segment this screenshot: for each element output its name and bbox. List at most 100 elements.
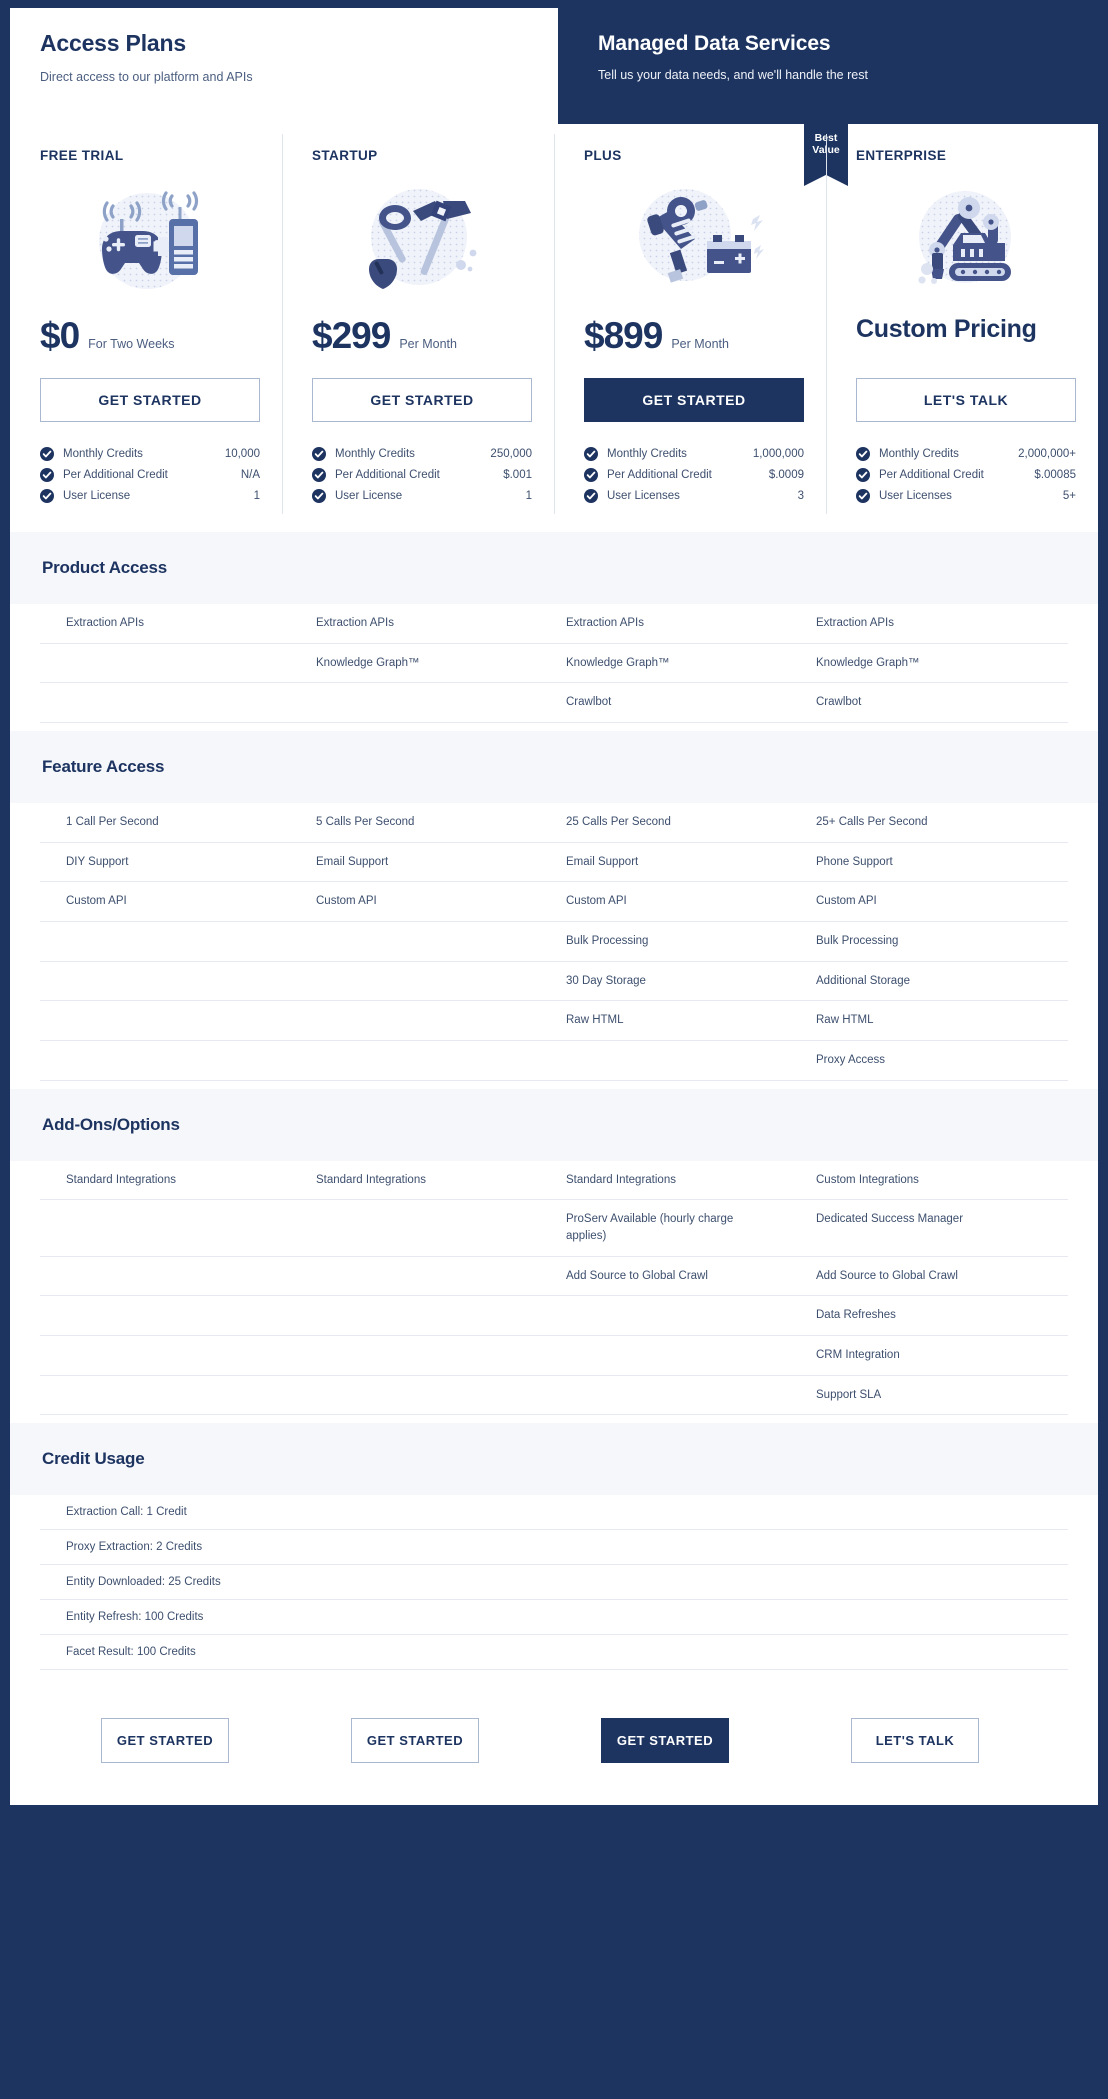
table-cell xyxy=(290,1336,540,1375)
plan-price-note: Per Month xyxy=(671,337,729,351)
plan-spec-row: Monthly Credits 1,000,000 xyxy=(584,443,804,464)
table-cell: Additional Storage xyxy=(816,974,910,987)
table-cell xyxy=(540,1376,790,1415)
table-cell xyxy=(290,962,540,1001)
plan-spec-row: User License 1 xyxy=(312,485,532,506)
table-cell xyxy=(290,683,540,722)
plan-spec-row: Per Additional Credit $.0009 xyxy=(584,464,804,485)
managed-data-services-header: Managed Data Services Tell us your data … xyxy=(558,8,1098,124)
credit-usage-list: Extraction Call: 1 Credit Proxy Extractio… xyxy=(10,1495,1098,1675)
check-circle-icon xyxy=(312,467,326,482)
excavator-icon xyxy=(856,177,1076,303)
plan-card-enterprise: ENTERPRISE Custom Pricing LET'S TALK Monthl… xyxy=(826,124,1098,528)
section-grid: Extraction APIs Extraction APIs Extraction… xyxy=(10,604,1098,732)
footer-cta-cell: GET STARTED xyxy=(290,1718,540,1764)
plan-cta-button[interactable]: LET'S TALK xyxy=(856,378,1076,422)
plan-spec-value: 10,000 xyxy=(224,447,260,460)
check-circle-icon xyxy=(856,446,870,461)
plan-spec-row: Per Additional Credit N/A xyxy=(40,464,260,485)
plan-price-row: $0 For Two Weeks xyxy=(40,315,260,359)
table-row: Custom API Custom API Custom API Custom API xyxy=(40,882,1068,923)
table-cell: Knowledge Graph™ xyxy=(566,656,670,669)
footer-cta-button[interactable]: GET STARTED xyxy=(101,1718,229,1764)
credit-usage-section-header: Credit Usage xyxy=(10,1423,1098,1496)
plan-cta-button[interactable]: GET STARTED xyxy=(312,378,532,422)
plan-spec-label: Monthly Credits xyxy=(879,447,959,460)
table-cell: Custom Integrations xyxy=(816,1173,919,1186)
table-cell: 25 Calls Per Second xyxy=(566,816,671,829)
plan-spec-value: 3 xyxy=(797,489,804,502)
table-cell: Raw HTML xyxy=(566,1014,624,1027)
plan-card-startup: STARTUP $299 Per Month GET STARTED Monthly C… xyxy=(282,124,554,528)
plan-spec-label: User License xyxy=(335,489,403,502)
plan-spec-label: User Licenses xyxy=(607,489,680,502)
footer-cta-button[interactable]: GET STARTED xyxy=(351,1718,479,1764)
table-cell xyxy=(40,1336,290,1375)
section-grid: 1 Call Per Second 5 Calls Per Second 25 Ca… xyxy=(10,803,1098,1089)
plan-spec-label: User License xyxy=(63,489,131,502)
table-cell xyxy=(40,1200,290,1255)
footer-cta-button[interactable]: GET STARTED xyxy=(601,1718,729,1764)
table-cell: Crawlbot xyxy=(566,696,612,709)
check-circle-icon xyxy=(312,446,326,461)
plan-spec-value: 1 xyxy=(525,489,532,502)
footer-cta-cell: LET'S TALK xyxy=(790,1718,1040,1764)
check-circle-icon xyxy=(584,467,598,482)
table-cell: Extraction APIs xyxy=(816,617,894,629)
table-cell xyxy=(40,1041,290,1080)
table-cell xyxy=(40,644,290,683)
plan-spec-list: Monthly Credits 1,000,000 Per Additional C… xyxy=(584,443,804,506)
table-cell: Knowledge Graph™ xyxy=(816,656,920,669)
check-circle-icon xyxy=(40,446,54,461)
plan-spec-row: User Licenses 3 xyxy=(584,485,804,506)
table-cell: Data Refreshes xyxy=(816,1309,896,1322)
table-cell: CRM Integration xyxy=(816,1349,900,1362)
plan-spec-row: User Licenses 5+ xyxy=(856,485,1076,506)
table-cell xyxy=(540,1336,790,1375)
gamepad-radio-icon xyxy=(40,177,260,303)
table-cell xyxy=(290,1376,540,1415)
plan-spec-label: User Licenses xyxy=(879,489,952,502)
table-cell xyxy=(290,1296,540,1335)
table-cell: Standard Integrations xyxy=(66,1173,176,1186)
plan-spec-list: Monthly Credits 10,000 Per Additional Cred… xyxy=(40,443,260,506)
managed-subtitle: Tell us your data needs, and we'll handl… xyxy=(598,68,868,82)
plan-spec-row: Per Additional Credit $.001 xyxy=(312,464,532,485)
table-cell xyxy=(40,962,290,1001)
plan-name: PLUS xyxy=(584,148,622,163)
page-subtitle: Direct access to our platform and APIs xyxy=(40,70,253,84)
table-cell: 30 Day Storage xyxy=(566,974,646,987)
table-cell: Custom API xyxy=(66,895,127,908)
plan-price: $299 xyxy=(312,315,391,356)
plan-spec-value: $.00085 xyxy=(1034,468,1076,481)
table-cell xyxy=(40,683,290,722)
table-cell: Bulk Processing xyxy=(816,935,899,948)
table-cell xyxy=(540,1296,790,1335)
table-cell xyxy=(540,1041,790,1080)
footer-cta-button[interactable]: LET'S TALK xyxy=(851,1718,979,1764)
plan-cta-button[interactable]: GET STARTED xyxy=(584,378,804,422)
table-cell xyxy=(40,1376,290,1415)
plan-spec-value: 2,000,000+ xyxy=(1018,447,1076,460)
table-cell: Email Support xyxy=(316,855,389,868)
pricing-page: Access Plans Direct access to our platfo… xyxy=(0,0,1108,2099)
table-cell: Dedicated Success Manager xyxy=(816,1213,964,1226)
table-cell: Support SLA xyxy=(816,1388,882,1401)
plan-price-row: $899 Per Month xyxy=(584,315,804,359)
plan-price-row: $299 Per Month xyxy=(312,315,532,359)
plan-spec-label: Monthly Credits xyxy=(607,447,687,460)
table-cell xyxy=(40,1296,290,1335)
list-item: Extraction Call: 1 Credit xyxy=(40,1495,1068,1531)
footer-cta-row: GET STARTED GET STARTED GET STARTED LET'S T… xyxy=(10,1674,1098,1806)
table-cell: 5 Calls Per Second xyxy=(316,816,415,829)
plan-cta-button[interactable]: GET STARTED xyxy=(40,378,260,422)
table-cell: Add Source to Global Crawl xyxy=(816,1269,958,1282)
table-cell: 1 Call Per Second xyxy=(66,816,159,829)
table-cell xyxy=(290,1200,540,1255)
plan-spec-value: 250,000 xyxy=(490,447,532,460)
check-circle-icon xyxy=(40,467,54,482)
table-cell xyxy=(40,922,290,961)
plan-spec-row: Monthly Credits 10,000 xyxy=(40,443,260,464)
table-row: Standard Integrations Standard Integratio… xyxy=(40,1161,1068,1201)
section-title: Add-Ons/Options xyxy=(42,1114,180,1134)
